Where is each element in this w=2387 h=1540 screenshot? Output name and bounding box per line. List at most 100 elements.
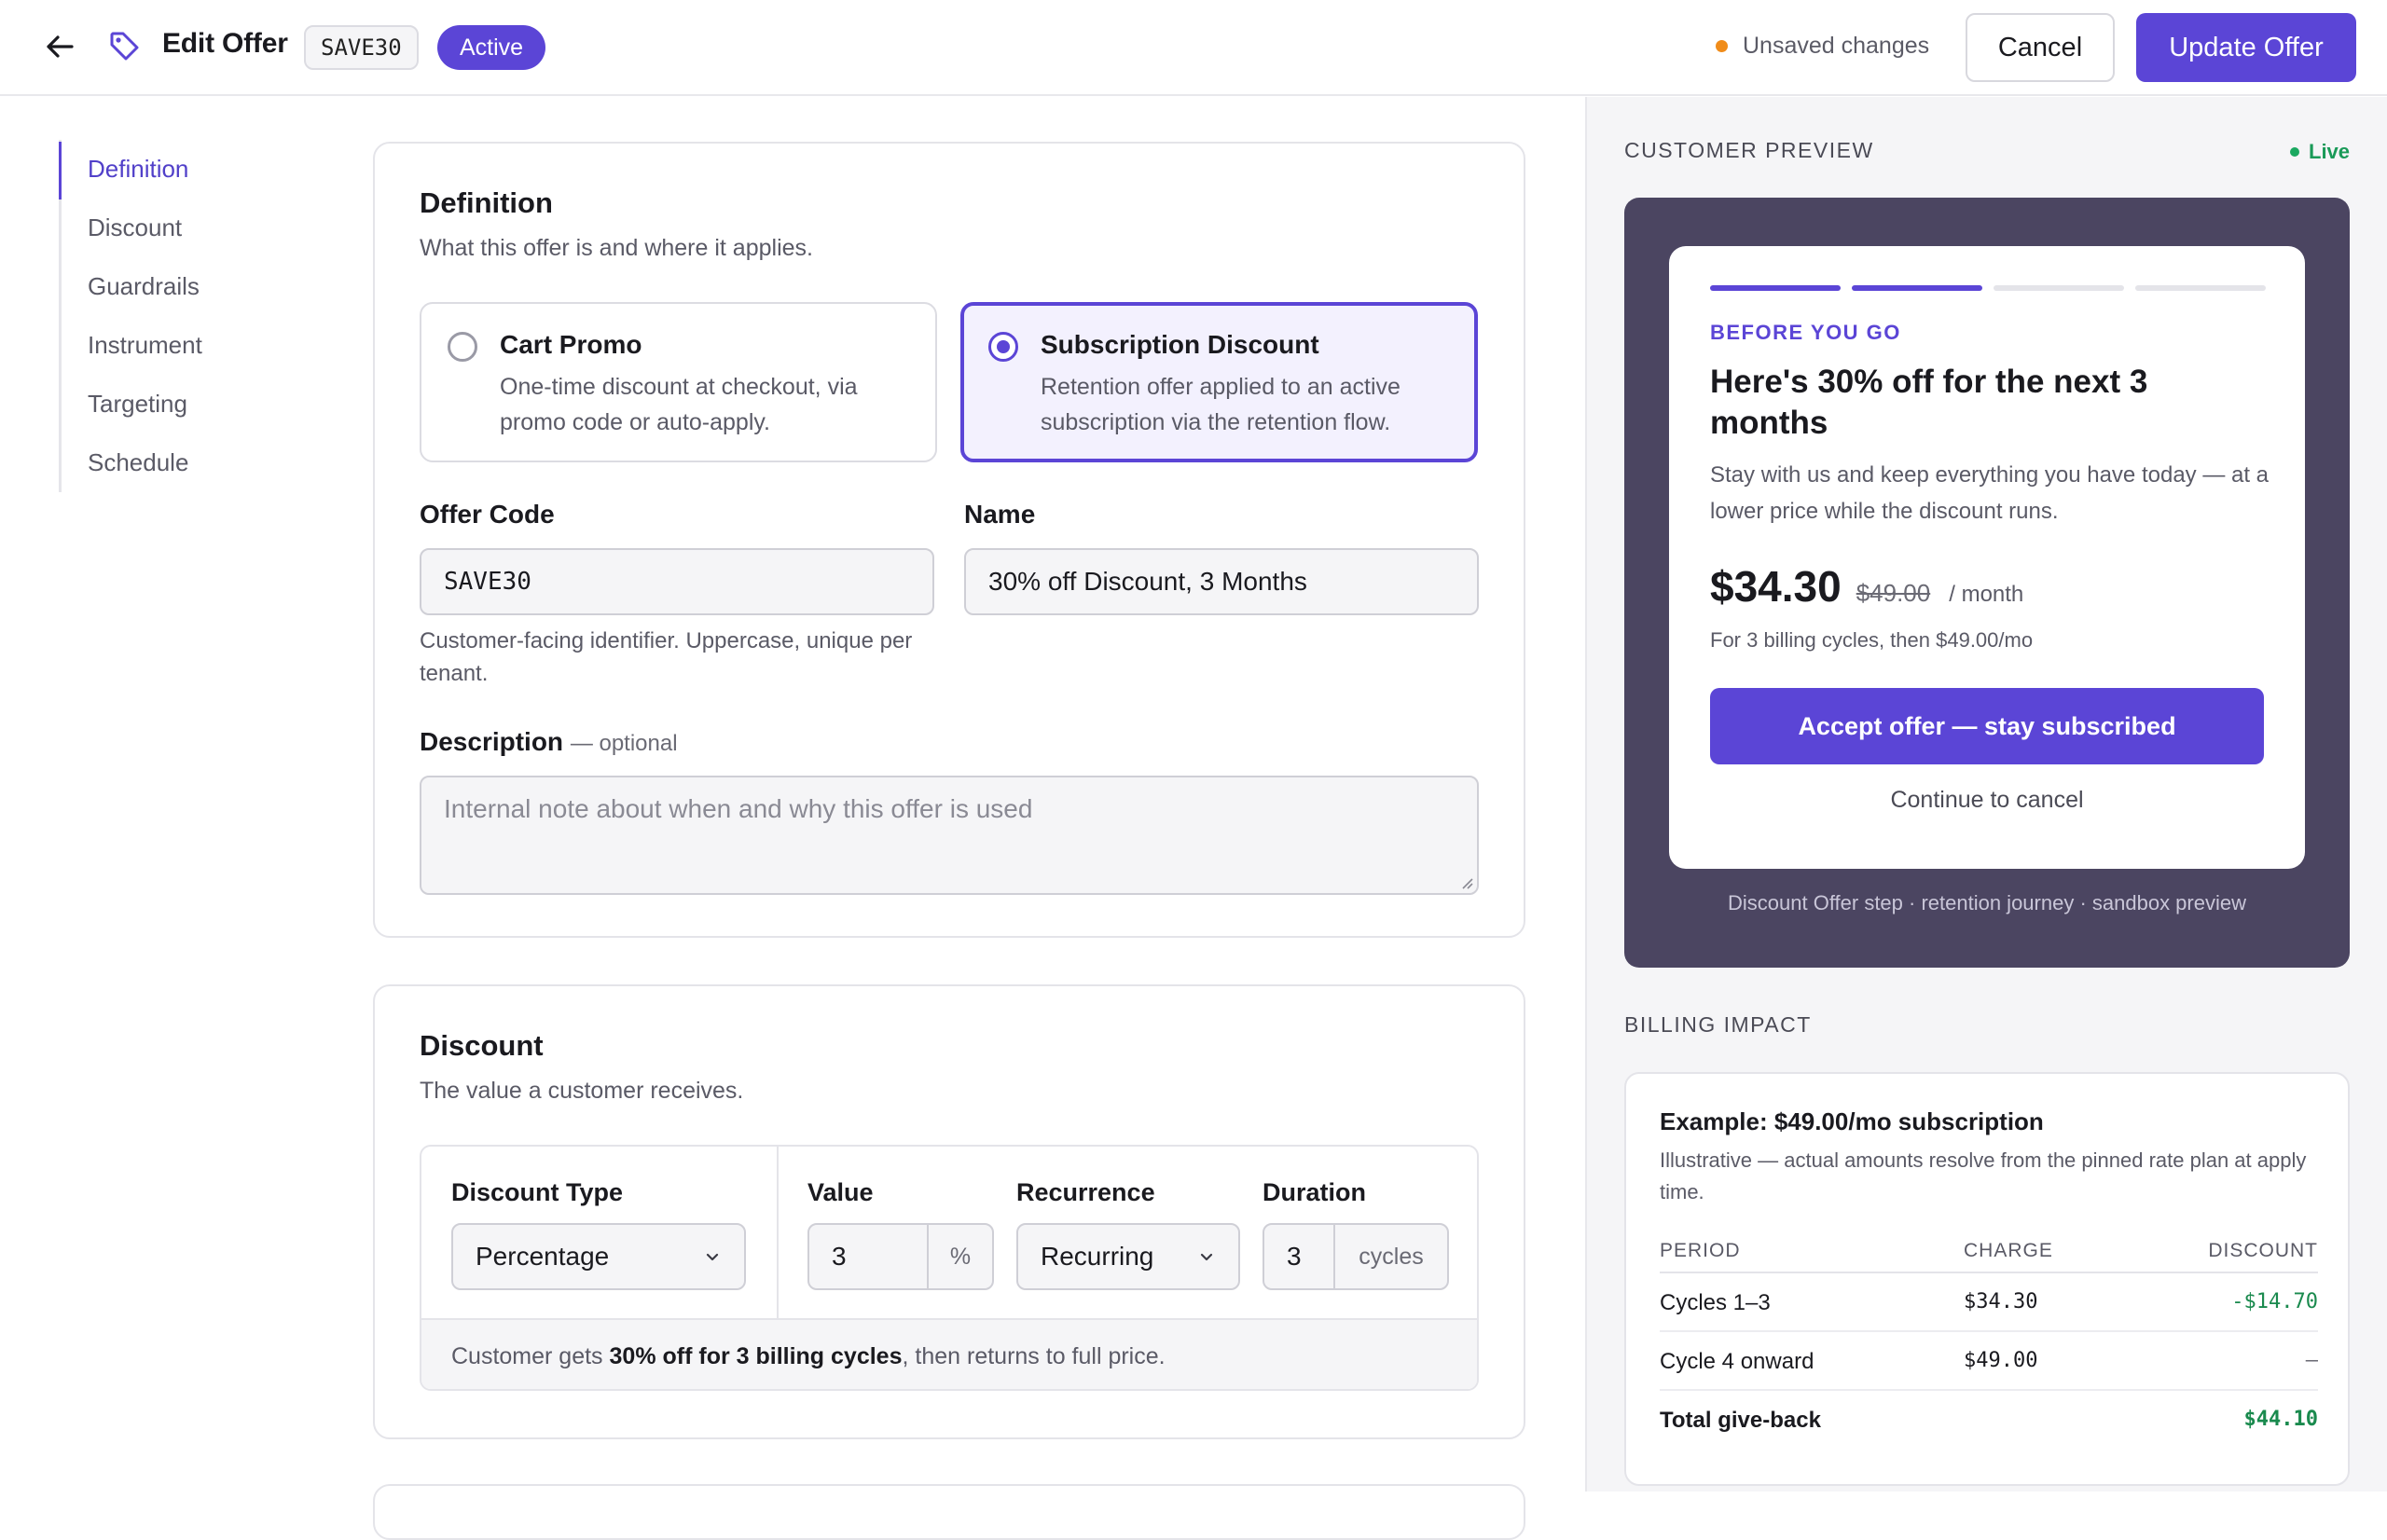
column-header: CHARGE (1964, 1240, 2053, 1261)
price-row: $34.30 $49.00 / month (1710, 561, 2023, 612)
cart-promo-radio[interactable] (448, 332, 477, 362)
billing-title: Example: $49.00/mo subscription (1660, 1107, 2044, 1135)
description-label: Description — optional (420, 727, 678, 757)
price-note: For 3 billing cycles, then $49.00/mo (1710, 628, 2034, 652)
name-label: Name (964, 500, 1036, 529)
discount-title: Discount (420, 1029, 544, 1062)
price-was: $49.00 (1856, 579, 1931, 607)
offer-code-chip: SAVE30 (304, 25, 419, 70)
description-placeholder: Internal note about when and why this of… (444, 794, 1033, 823)
name-input[interactable]: 30% off Discount, 3 Months (964, 548, 1479, 615)
price-now: $34.30 (1710, 562, 1842, 611)
billing-impact-card: Example: $49.00/mo subscription Illustra… (1624, 1072, 2350, 1486)
table-row: Cycles 1–3 $34.30 -$14.70 (1660, 1273, 2318, 1332)
option-description: One-time discount at checkout, via promo… (500, 374, 858, 435)
customer-preview-heading: CUSTOMER PREVIEW (1624, 138, 1874, 162)
charge-cell: $49.00 (1964, 1349, 2038, 1372)
accept-offer-button[interactable]: Accept offer — stay subscribed (1710, 688, 2264, 764)
definition-subtitle: What this offer is and where it applies. (420, 235, 813, 261)
billing-impact-heading: BILLING IMPACT (1624, 1012, 1812, 1037)
discount-summary: Customer gets 30% off for 3 billing cycl… (421, 1318, 1477, 1389)
definition-title: Definition (420, 186, 553, 219)
period-cell: Cycle 4 onward (1660, 1349, 1814, 1374)
resize-grip-icon[interactable] (1458, 874, 1473, 889)
description-label-text: Description (420, 727, 564, 756)
option-title: Subscription Discount (1041, 330, 1319, 359)
page-title: Edit Offer (162, 28, 288, 59)
recurrence-label: Recurrence (1016, 1178, 1155, 1206)
guardrails-card (373, 1484, 1525, 1540)
discount-type-label: Discount Type (451, 1178, 624, 1206)
step-indicator (1994, 285, 2124, 291)
discount-subtitle: The value a customer receives. (420, 1078, 744, 1104)
preview-frame: BEFORE YOU GO Here's 30% off for the nex… (1624, 198, 2350, 968)
definition-card: Definition What this offer is and where … (373, 142, 1525, 938)
nav-item-discount[interactable]: Discount (62, 199, 301, 257)
step-progress (1710, 285, 2266, 291)
modal-eyebrow: BEFORE YOU GO (1710, 321, 1901, 344)
column-header: DISCOUNT (2208, 1240, 2318, 1261)
duration-unit: cycles (1333, 1225, 1447, 1288)
offer-code-input[interactable]: SAVE30 (420, 548, 934, 615)
summary-highlight: 30% off for 3 billing cycles (609, 1343, 903, 1369)
nav-item-guardrails[interactable]: Guardrails (62, 257, 301, 316)
discount-cell: -$14.70 (2231, 1290, 2318, 1313)
discount-config-panel: Discount Type Percentage Value 3 % Recur… (420, 1145, 1479, 1391)
recurrence-select[interactable]: Recurring (1016, 1223, 1240, 1290)
summary-suffix: , then returns to full price. (902, 1343, 1166, 1369)
live-label: Live (2309, 140, 2351, 163)
description-textarea[interactable]: Internal note about when and why this of… (420, 776, 1479, 895)
nav-item-definition[interactable]: Definition (59, 140, 301, 199)
chevron-down-icon (706, 1253, 719, 1261)
table-row-total: Total give-back $44.10 (1660, 1391, 2318, 1450)
unsaved-indicator: Unsaved changes (1716, 33, 1929, 60)
discount-cell: – (2305, 1349, 2318, 1372)
billing-subtitle: Illustrative — actual amounts resolve fr… (1660, 1148, 2307, 1203)
subscription-discount-radio[interactable] (988, 332, 1018, 362)
discount-type-value: Percentage (476, 1242, 610, 1271)
update-offer-button[interactable]: Update Offer (2136, 13, 2356, 82)
option-cart-promo[interactable]: Cart Promo One-time discount at checkout… (420, 302, 937, 462)
period-cell: Total give-back (1660, 1408, 1821, 1433)
panel-divider (777, 1147, 779, 1318)
modal-title: Here's 30% off for the next 3 months (1710, 364, 2148, 441)
option-description: Retention offer applied to an active sub… (1041, 374, 1400, 435)
modal-body: Stay with us and keep everything you hav… (1710, 462, 2270, 524)
live-indicator: Live (2290, 140, 2350, 164)
value-unit: % (927, 1225, 992, 1288)
discount-type-select[interactable]: Percentage (451, 1223, 746, 1290)
summary-prefix: Customer gets (451, 1343, 610, 1369)
nav-item-targeting[interactable]: Targeting (62, 375, 301, 433)
charge-cell: $34.30 (1964, 1290, 2038, 1313)
back-arrow-icon[interactable] (41, 28, 78, 65)
cancel-button[interactable]: Cancel (1966, 13, 2115, 82)
optional-note: — optional (570, 731, 678, 756)
price-period: / month (1949, 582, 2024, 607)
status-badge: Active (437, 25, 546, 70)
value-input[interactable]: 3 % (807, 1223, 994, 1290)
duration-input[interactable]: 3 cycles (1262, 1223, 1449, 1290)
table-header: PERIOD CHARGE DISCOUNT (1660, 1232, 2318, 1273)
section-nav: Definition Discount Guardrails Instrumen… (59, 140, 301, 492)
preview-caption: Discount Offer step · retention journey … (1728, 891, 2246, 914)
chevron-down-icon (1200, 1253, 1213, 1261)
offer-code-label: Offer Code (420, 500, 555, 529)
nav-item-instrument[interactable]: Instrument (62, 316, 301, 375)
live-dot-icon (2290, 147, 2299, 157)
discount-cell: $44.10 (2243, 1408, 2318, 1431)
duration-number: 3 (1287, 1242, 1302, 1271)
value-number: 3 (832, 1242, 847, 1271)
tag-icon (108, 30, 145, 67)
option-subscription-discount[interactable]: Subscription Discount Retention offer ap… (960, 302, 1478, 462)
top-bar: Edit Offer SAVE30 Active Unsaved changes… (0, 0, 2387, 96)
column-header: PERIOD (1660, 1240, 1741, 1261)
option-title: Cart Promo (500, 330, 642, 359)
nav-item-schedule[interactable]: Schedule (62, 433, 301, 492)
step-indicator (1710, 285, 1841, 291)
recurrence-value: Recurring (1041, 1242, 1154, 1271)
offer-code-help: Customer-facing identifier. Uppercase, u… (420, 628, 913, 686)
continue-to-cancel-link[interactable]: Continue to cancel (1710, 787, 2264, 814)
table-row: Cycle 4 onward $49.00 – (1660, 1332, 2318, 1391)
retention-modal: BEFORE YOU GO Here's 30% off for the nex… (1669, 246, 2305, 869)
step-indicator (1852, 285, 1982, 291)
